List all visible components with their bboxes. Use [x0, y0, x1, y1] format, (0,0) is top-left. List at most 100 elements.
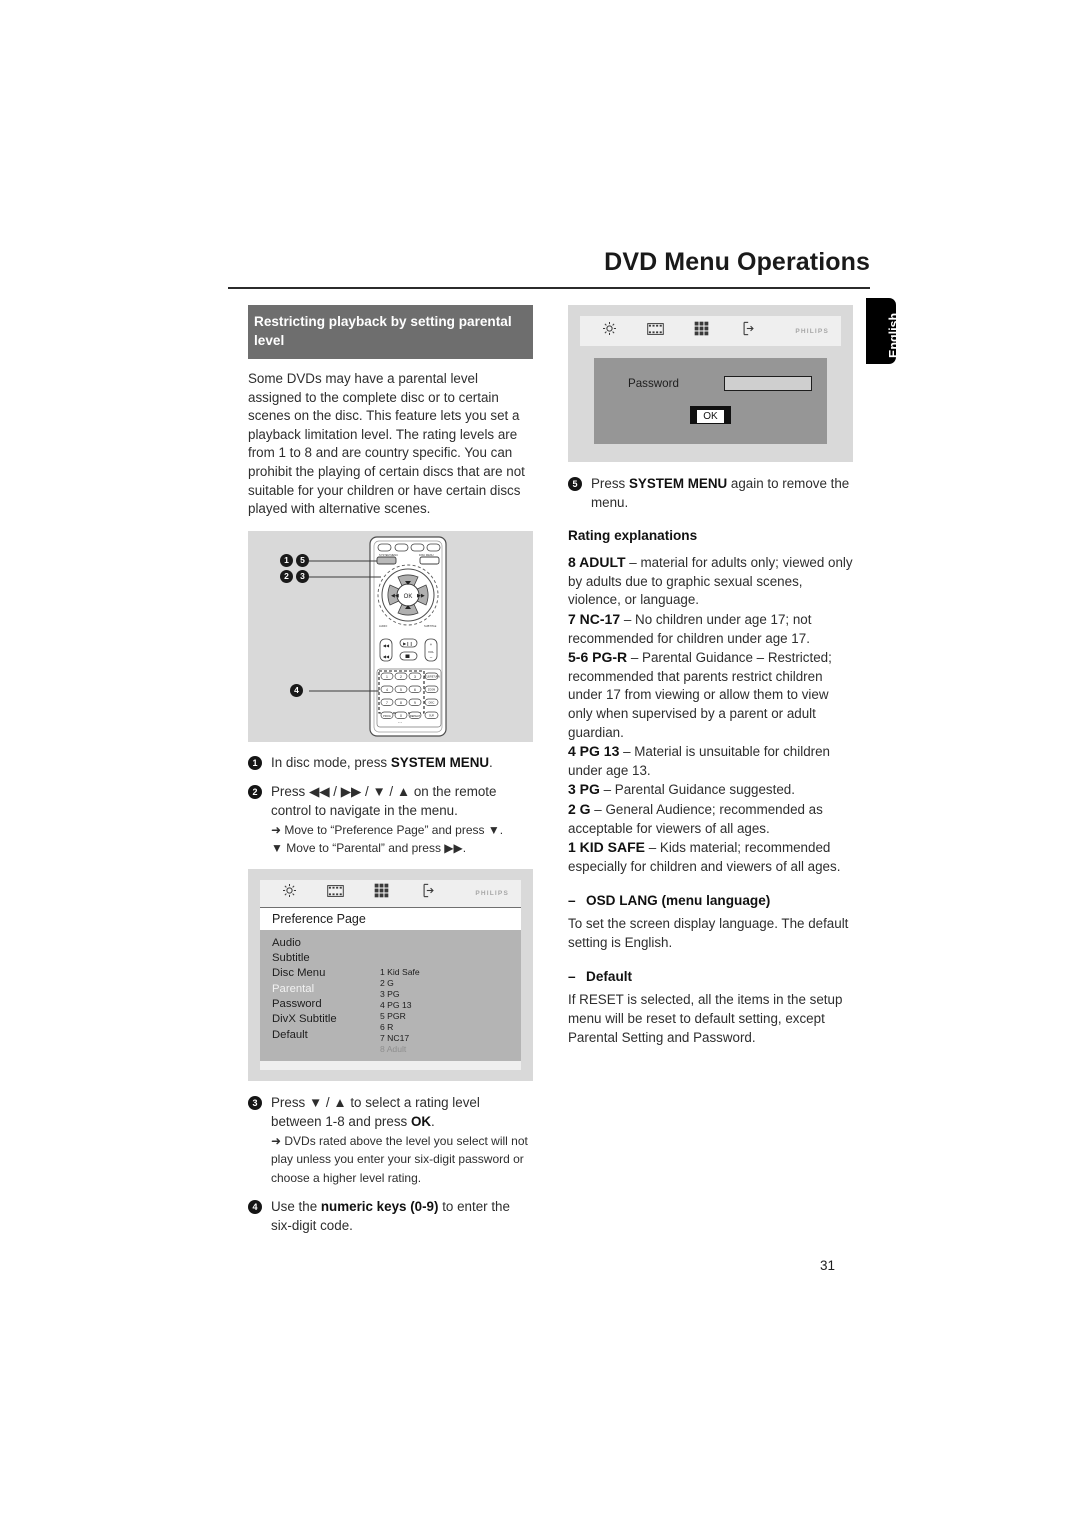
rating-2-code: 2 G: [568, 800, 591, 817]
rating-explanations-heading: Rating explanations: [568, 528, 698, 544]
svg-text:ZOOM: ZOOM: [428, 688, 435, 691]
remote-callout-4: 4: [290, 683, 303, 697]
remote-callout-2: 2: [280, 569, 293, 583]
password-ok-wrap: OK: [594, 406, 827, 424]
language-tab: English: [866, 298, 901, 364]
osd-lang-body: To set the screen display language. The …: [568, 916, 849, 950]
step-5: 5 Press SYSTEM MENU again to remove the …: [568, 475, 853, 512]
step-3: 3 Press ▼ / ▲ to select a rating level b…: [248, 1094, 533, 1187]
rating-3-desc: – Parental Guidance suggested.: [599, 782, 795, 798]
svg-text:▶❙❙: ▶❙❙: [403, 641, 413, 646]
osd-menu-item-password[interactable]: Password: [272, 997, 380, 1012]
svg-text:◀◀: ◀◀: [383, 654, 390, 659]
svg-text:▶▶: ▶▶: [417, 593, 425, 599]
remote-callout-5: 5: [296, 553, 309, 567]
step-1-text-before: In disc mode, press: [271, 754, 391, 770]
step-2-sub-1: ➜ Move to “Preference Page” and press ▼.: [271, 822, 504, 837]
exit-arrow-icon: [724, 321, 770, 341]
grid-icon: [358, 883, 404, 903]
password-ok-button[interactable]: OK: [690, 406, 731, 424]
osd-rating-options: 1 Kid Safe 2 G 3 PG 4 PG 13 5 PGR 6 R 7 …: [380, 936, 420, 1056]
osd-menu-item-parental[interactable]: Parental: [272, 982, 380, 997]
rating-1-code: 1 KID SAFE: [568, 839, 646, 856]
rating-3-pg: 3 PG – Parental Guidance suggested.: [568, 780, 853, 800]
osd-rating-6[interactable]: 6 R: [380, 1022, 420, 1033]
osd-lang-heading-text: OSD LANG (menu language): [586, 893, 771, 909]
page-title: DVD Menu Operations: [604, 248, 870, 276]
svg-text:SUBTITLE: SUBTITLE: [424, 624, 437, 628]
svg-text:◀◀: ◀◀: [383, 643, 390, 648]
step-5-text-before: Press: [591, 476, 629, 491]
remote-callout-1: 1: [280, 553, 293, 567]
gear-sun-icon: [266, 883, 312, 903]
osd-preference-screenshot: PHILIPS Preference Page Audio Subtitle D…: [248, 868, 533, 1082]
step-1-text-after: .: [489, 754, 493, 770]
osd-rating-4[interactable]: 4 PG 13: [380, 1000, 420, 1011]
intro-paragraph: Some DVDs may have a parental level assi…: [248, 371, 525, 517]
page-number: 31: [820, 1258, 836, 1273]
osd-menu-item-subtitle[interactable]: Subtitle: [272, 951, 380, 966]
remote-callout-3: 3: [296, 569, 309, 583]
svg-text:5: 5: [400, 688, 402, 692]
rating-2-desc: – General Audience; recommended as accep…: [568, 801, 823, 836]
svg-text:7: 7: [386, 701, 388, 705]
exit-arrow-icon: [404, 883, 450, 903]
step-1-bold: SYSTEM MENU: [390, 754, 490, 770]
password-input[interactable]: [724, 376, 812, 391]
osd-preference-body: Audio Subtitle Disc Menu Parental Passwo…: [260, 929, 521, 1062]
step-2: 2 Press ◀◀ / ▶▶ / ▼ / ▲ on the remote co…: [248, 783, 533, 857]
svg-text:AUDIO: AUDIO: [379, 624, 387, 628]
svg-text:▪ ▪ ▪: ▪ ▪ ▪: [398, 721, 402, 724]
svg-text:VOL: VOL: [428, 650, 434, 654]
osd-rating-7[interactable]: 7 NC17: [380, 1033, 420, 1044]
osd-rating-8[interactable]: 8 Adult: [380, 1044, 420, 1055]
grid-icon: [678, 321, 724, 341]
film-strip-icon: [312, 884, 358, 902]
step-1-bullet: 1: [248, 755, 262, 770]
svg-text:2: 2: [400, 675, 402, 679]
step-3-sub-1: ➜ DVDs rated above the level you select …: [271, 1133, 528, 1185]
rating-7-nc17: 7 NC-17 – No children under age 17; not …: [568, 610, 853, 648]
svg-text:8: 8: [400, 701, 402, 705]
svg-text:REPEAT: REPEAT: [410, 714, 421, 718]
svg-text:◀◀: ◀◀: [391, 593, 399, 599]
svg-text:DISC: DISC: [429, 701, 435, 704]
step-3-bold: OK: [410, 1114, 432, 1130]
osd-password-screenshot: PHILIPS Password OK: [568, 305, 853, 462]
osd-preference-menu: Audio Subtitle Disc Menu Parental Passwo…: [272, 936, 380, 1056]
rating-56-code: 5-6 PG-R: [568, 649, 628, 666]
rating-3-code: 3 PG: [568, 781, 600, 798]
left-column: Restricting playback by setting parental…: [248, 305, 533, 1247]
svg-text:1: 1: [386, 675, 388, 679]
osd-preference-brand: PHILIPS: [475, 889, 509, 897]
step-2-text: Press ◀◀ / ▶▶ / ▼ / ▲ on the remote cont…: [271, 784, 497, 818]
osd-rating-2[interactable]: 2 G: [380, 978, 420, 989]
step-2-sub-2: ▼ Move to “Parental” and press ▶▶.: [271, 841, 467, 856]
rating-1-kid-safe: 1 KID SAFE – Kids material; recommended …: [568, 838, 853, 876]
osd-menu-item-default[interactable]: Default: [272, 1028, 380, 1043]
osd-rating-1[interactable]: 1 Kid Safe: [380, 967, 420, 978]
osd-password-iconbar: PHILIPS: [580, 316, 841, 346]
rating-8-code: 8 ADULT: [568, 554, 626, 571]
svg-text:PROG: PROG: [383, 714, 391, 718]
gear-sun-icon: [586, 321, 632, 341]
section-heading: Restricting playback by setting parental…: [248, 305, 533, 359]
osd-menu-item-disc-menu[interactable]: Disc Menu: [272, 966, 380, 981]
right-column: PHILIPS Password OK 5 Press SYSTEM MENU …: [568, 305, 853, 1047]
osd-rating-3[interactable]: 3 PG: [380, 989, 420, 1000]
svg-text:9: 9: [414, 701, 416, 705]
default-heading-text: Default: [586, 969, 633, 985]
osd-rating-5[interactable]: 5 PGR: [380, 1011, 420, 1022]
osd-menu-item-audio[interactable]: Audio: [272, 936, 380, 951]
step-3-bullet: 3: [248, 1096, 262, 1111]
osd-lang-heading: – OSD LANG (menu language): [568, 893, 853, 908]
step-3-text-after: .: [431, 1114, 435, 1130]
osd-menu-item-divx-subtitle[interactable]: DivX Subtitle: [272, 1012, 380, 1027]
remote-control-figure: SYSTEM MENU DISC MENU OK ◀◀ ▶▶ AUDIO SUB…: [248, 530, 533, 742]
step-4-bold: numeric keys (0-9): [320, 1199, 439, 1215]
osd-password-brand: PHILIPS: [795, 327, 829, 335]
osd-preference-inner: PHILIPS Preference Page Audio Subtitle D…: [260, 879, 521, 1071]
svg-text:SYSTEM MENU: SYSTEM MENU: [379, 553, 398, 557]
manual-page: DVD Menu Operations English Restricting …: [0, 0, 1080, 1528]
osd-preference-title: Preference Page: [260, 907, 521, 930]
